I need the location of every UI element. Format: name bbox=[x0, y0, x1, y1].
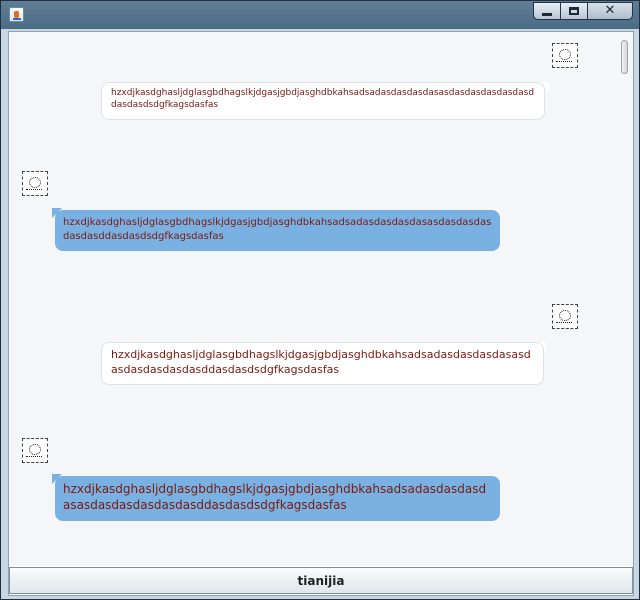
window-controls: ✕ bbox=[533, 2, 633, 20]
message-bubble: hzxdjkasdghasljdglasgbdhagslkjdgasjgbdja… bbox=[101, 82, 545, 120]
maximize-icon bbox=[569, 7, 579, 15]
message-bubble: hzxdjkasdghasljdglasgbdhagslkjdgasjgbdja… bbox=[55, 476, 500, 521]
avatar-icon bbox=[22, 438, 48, 463]
app-window: ✕ hzxdjkasdghasljdglasgbdhagslkjdgasjgbd… bbox=[0, 0, 640, 600]
chat-scroll-pane[interactable]: hzxdjkasdghasljdglasgbdhagslkjdgasjgbdja… bbox=[9, 32, 633, 566]
message-bubble: hzxdjkasdghasljdglasgbdhagslkjdgasjgbdja… bbox=[101, 342, 544, 385]
maximize-button[interactable] bbox=[560, 2, 588, 20]
content-pane: hzxdjkasdghasljdglasgbdhagslkjdgasjgbdja… bbox=[8, 31, 634, 596]
avatar-icon bbox=[552, 304, 578, 329]
minimize-button[interactable] bbox=[533, 2, 561, 20]
java-app-icon bbox=[9, 7, 24, 22]
add-message-button[interactable]: tianijia bbox=[9, 567, 633, 594]
minimize-icon bbox=[542, 12, 552, 16]
title-bar[interactable]: ✕ bbox=[1, 1, 639, 29]
message-bubble: hzxdjkasdghasljdglasgbdhagslkjdgasjgbdja… bbox=[55, 210, 500, 251]
avatar-icon bbox=[552, 43, 578, 68]
close-button[interactable]: ✕ bbox=[587, 2, 633, 20]
vertical-scrollbar[interactable] bbox=[619, 34, 631, 564]
scrollbar-thumb[interactable] bbox=[621, 40, 628, 74]
close-icon: ✕ bbox=[604, 3, 616, 18]
avatar-icon bbox=[22, 171, 48, 196]
